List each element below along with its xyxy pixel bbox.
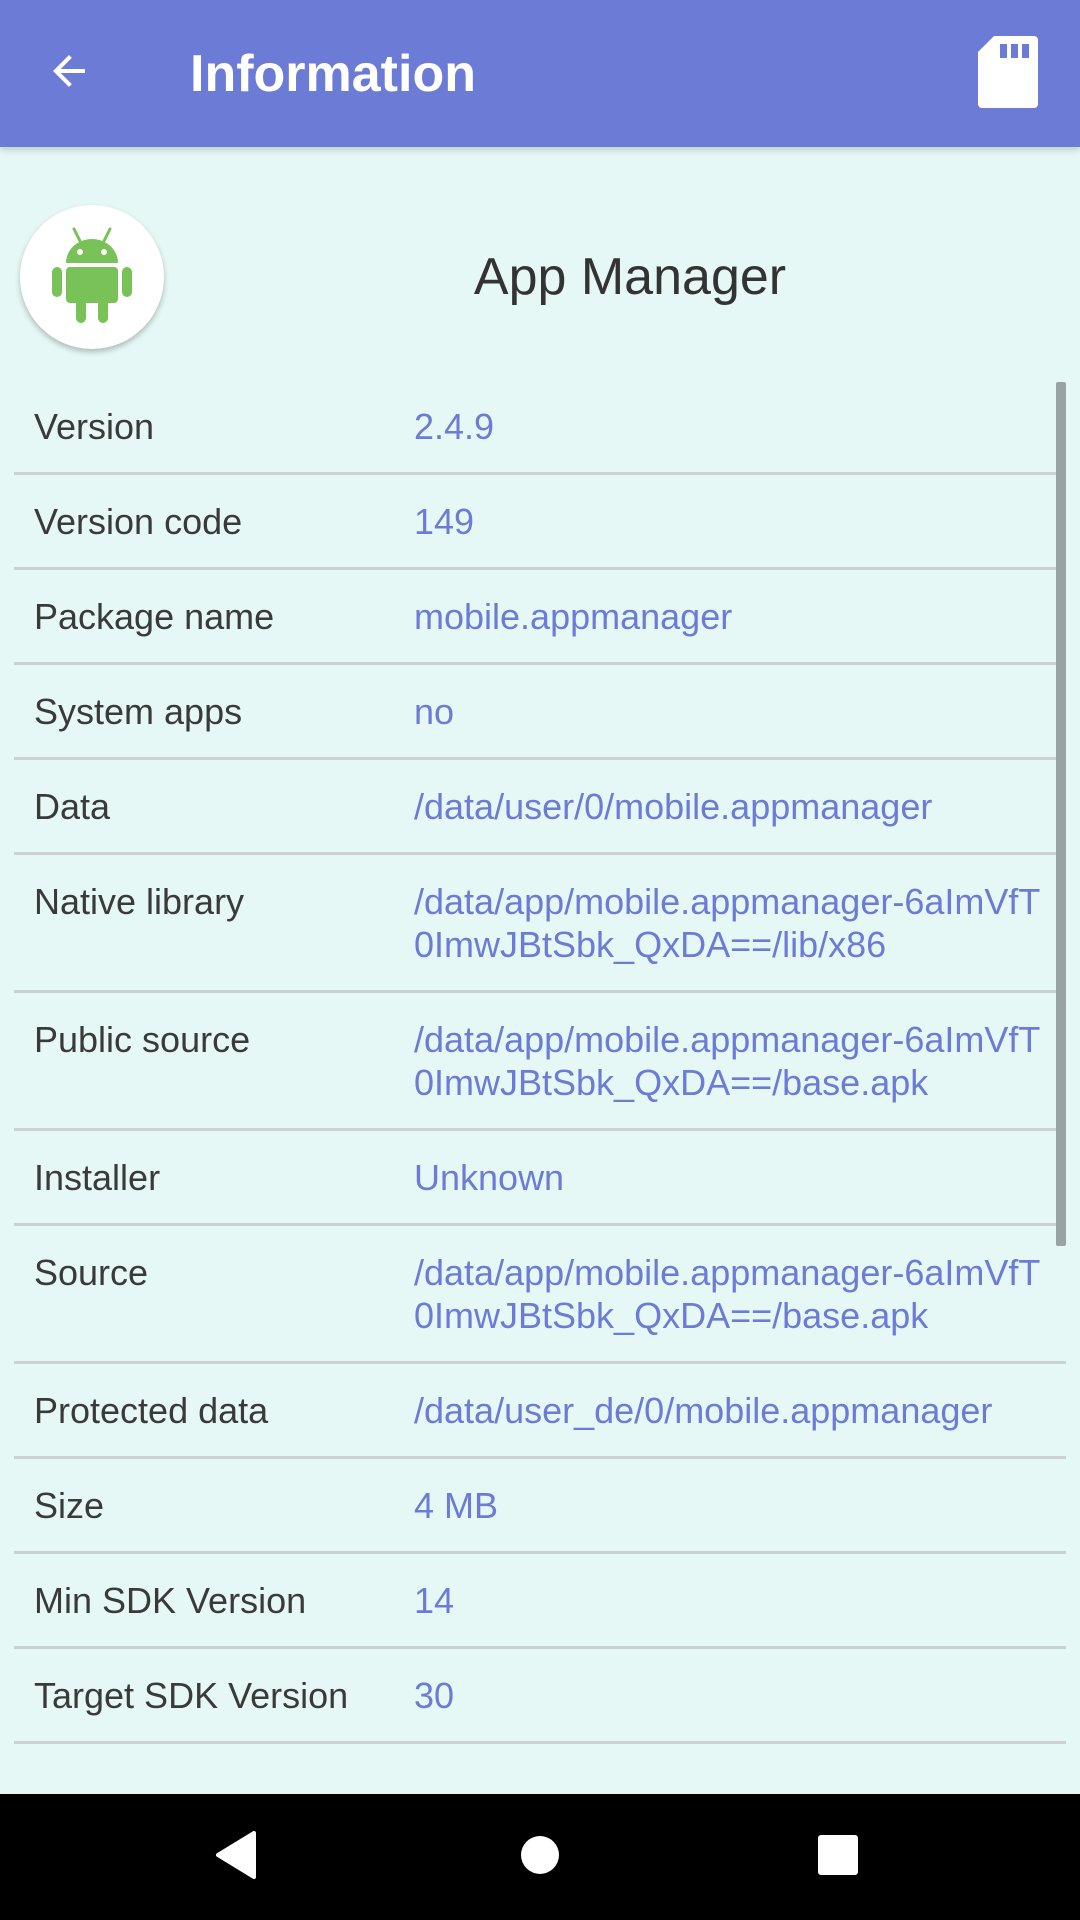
info-row[interactable]: Size 4 MB (14, 1459, 1066, 1554)
info-value: 149 (414, 501, 475, 542)
system-nav-bar (0, 1794, 1080, 1920)
info-row[interactable]: Native library/data/app/mobile.appmanage… (14, 855, 1066, 993)
nav-recents-button[interactable] (795, 1814, 881, 1900)
info-label: Data (34, 786, 111, 827)
info-label: Protected data (34, 1390, 269, 1431)
info-value: 2.4.9 (414, 406, 495, 447)
nav-back-icon (214, 1830, 260, 1885)
app-name: App Manager (473, 248, 787, 306)
info-label: Size (34, 1485, 105, 1526)
nav-recents-icon (817, 1834, 859, 1881)
info-label: Installer (34, 1157, 161, 1198)
info-label: Version code (34, 501, 243, 542)
info-row[interactable]: System apps no (14, 665, 1066, 760)
nav-home-icon (519, 1834, 561, 1881)
info-value: /data/app/mobile.appmanager-6aImVfT0ImwJ… (414, 881, 1041, 965)
app-header: App Manager (0, 147, 1080, 380)
info-value: /data/user_de/0/mobile.appmanager (414, 1390, 993, 1431)
info-value: 4 MB (414, 1485, 499, 1526)
arrow-back-icon (45, 47, 93, 100)
android-icon (48, 225, 136, 330)
info-row[interactable]: Source/data/app/mobile.appmanager-6aImVf… (14, 1226, 1066, 1364)
info-row[interactable]: Data/data/user/0/mobile.appmanager (14, 760, 1066, 855)
info-row[interactable]: Installer Unknown (14, 1131, 1066, 1226)
sd-card-button[interactable] (962, 28, 1054, 120)
nav-back-button[interactable] (194, 1814, 280, 1900)
info-label: Package name (34, 596, 275, 637)
scrollbar[interactable] (1056, 382, 1066, 1246)
info-row[interactable]: Version 2.4.9 (14, 380, 1066, 475)
info-value: no (414, 691, 455, 732)
info-value: 14 (414, 1580, 455, 1621)
info-label: Target SDK Version (34, 1675, 349, 1716)
app-icon-container (20, 205, 164, 349)
info-value: mobile.appmanager (414, 596, 733, 637)
info-value: 30 (414, 1675, 455, 1716)
sd-card-icon (978, 35, 1038, 113)
info-value: /data/app/mobile.appmanager-6aImVfT0ImwJ… (414, 1019, 1041, 1103)
info-row[interactable]: Package name mobile.appmanager (14, 570, 1066, 665)
info-row[interactable]: Version code 149 (14, 475, 1066, 570)
info-value: /data/user/0/mobile.appmanager (414, 786, 933, 827)
info-row[interactable]: Public source/data/app/mobile.appmanager… (14, 993, 1066, 1131)
page-title: Information (190, 45, 476, 103)
app-bar: Information (0, 0, 1080, 147)
info-row[interactable]: Min SDK Version 14 (14, 1554, 1066, 1649)
info-value: Unknown (414, 1157, 565, 1198)
info-label: Native library (34, 881, 245, 922)
info-label: System apps (34, 691, 243, 732)
info-label: Source (34, 1252, 149, 1293)
info-row[interactable]: Protected data/data/user_de/0/mobile.app… (14, 1364, 1066, 1459)
info-label: Min SDK Version (34, 1580, 307, 1621)
info-label: Version (34, 406, 155, 447)
info-label: Public source (34, 1019, 251, 1060)
info-list[interactable]: Version 2.4.9 Version code 149 Package name m… (14, 380, 1066, 1744)
info-row[interactable]: Target SDK Version 30 (14, 1649, 1066, 1744)
nav-home-button[interactable] (497, 1814, 583, 1900)
back-button[interactable] (34, 38, 104, 108)
info-value: /data/app/mobile.appmanager-6aImVfT0ImwJ… (414, 1252, 1041, 1336)
